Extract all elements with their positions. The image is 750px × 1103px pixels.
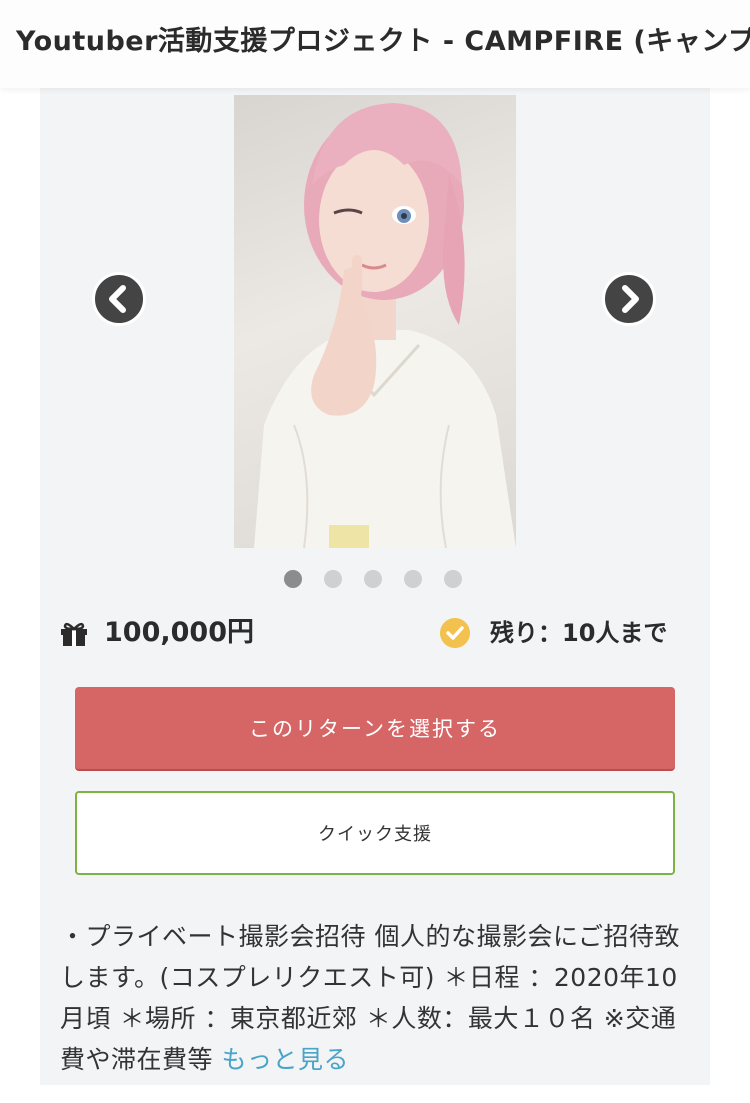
remaining-count: 残り：10人まで <box>490 619 668 647</box>
description-text: ・プライベート撮影会招待 個人的な撮影会にご招待致します。(コスプレリクエスト可… <box>60 922 680 1074</box>
quick-support-label: クイック支援 <box>318 824 432 845</box>
reward-summary: 100,000円 残り：10人まで <box>60 613 690 653</box>
chevron-left-icon <box>109 285 126 313</box>
carousel-dot[interactable] <box>364 570 382 588</box>
select-reward-button[interactable]: このリターンを選択する <box>75 687 675 771</box>
show-more-link[interactable]: もっと見る <box>221 1045 349 1074</box>
reward-description: ・プライベート撮影会招待 個人的な撮影会にご招待致します。(コスプレリクエスト可… <box>60 916 690 1080</box>
carousel-dots <box>284 570 462 588</box>
bottom-spacer <box>0 1085 750 1103</box>
chevron-right-icon <box>622 285 639 313</box>
carousel-prev-button[interactable] <box>92 272 146 326</box>
carousel-dot[interactable] <box>404 570 422 588</box>
reward-photo[interactable] <box>234 95 516 548</box>
reward-price: 100,000円 <box>104 617 254 648</box>
select-reward-label: このリターンを選択する <box>249 717 501 741</box>
quick-support-button[interactable]: クイック支援 <box>75 791 675 875</box>
photo-illustration <box>254 103 516 548</box>
carousel-dot[interactable] <box>324 570 342 588</box>
reward-card: 100,000円 残り：10人まで このリターンを選択する クイック支援 ・プラ… <box>40 88 710 1088</box>
page-title: Youtuber活動支援プロジェクト - CAMPFIRE (キャンプファイヤー… <box>16 26 750 57</box>
carousel-dot[interactable] <box>284 570 302 588</box>
check-circle-icon <box>440 618 470 648</box>
top-bar: Youtuber活動支援プロジェクト - CAMPFIRE (キャンプファイヤー… <box>0 0 750 88</box>
carousel-dot[interactable] <box>444 570 462 588</box>
carousel-next-button[interactable] <box>602 272 656 326</box>
gift-icon <box>61 622 87 646</box>
